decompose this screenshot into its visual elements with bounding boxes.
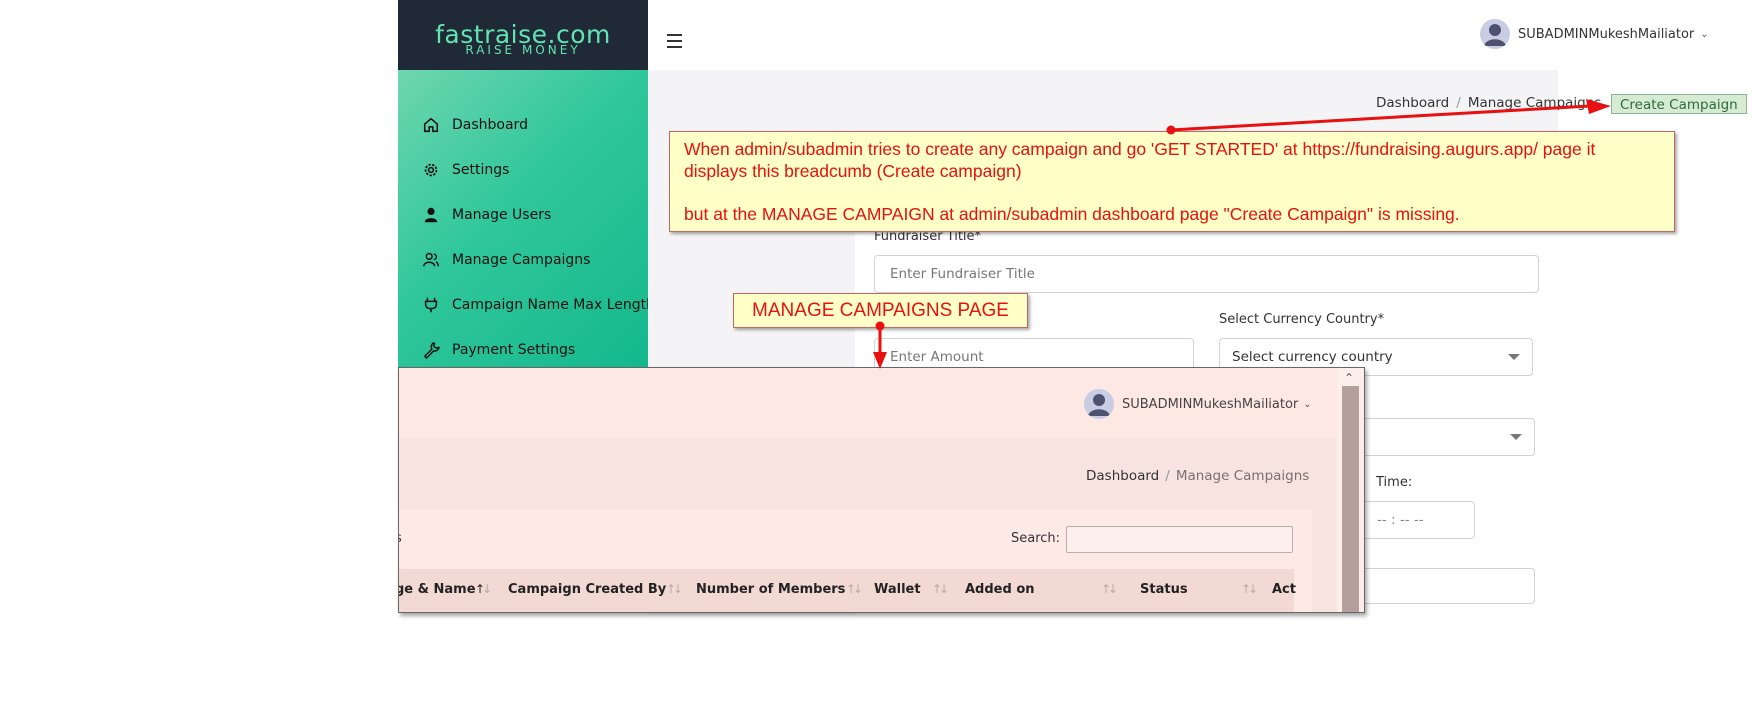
sidebar-item-settings[interactable]: Settings: [422, 158, 509, 182]
secondary-select[interactable]: [1355, 418, 1535, 456]
avatar: [1480, 19, 1510, 49]
sort-icon[interactable]: ↑↓: [1101, 582, 1118, 596]
brand-logo[interactable]: fastraise.com RAISE MONEY: [398, 0, 648, 70]
breadcrumb: Dashboard / Manage Campaigns: [1376, 95, 1602, 111]
annotation-line-1: When admin/subadmin tries to create any …: [684, 139, 1596, 181]
time-input[interactable]: -- : -- --: [1355, 501, 1475, 539]
sidebar-item-label: Payment Settings: [452, 342, 576, 358]
sort-icon[interactable]: ↑↓: [932, 582, 949, 596]
inset-breadcrumb: Dashboard / Manage Campaigns: [1086, 468, 1310, 484]
home-icon: [423, 117, 439, 133]
caret-down-icon: [1510, 434, 1522, 440]
scrollbar[interactable]: ⌃: [1337, 368, 1364, 612]
sidebar-item-manage-users[interactable]: Manage Users: [422, 203, 551, 227]
avatar: [1084, 389, 1114, 419]
user-icon: [424, 207, 438, 223]
caret-down-icon: [1508, 354, 1520, 360]
annotation-note: When admin/subadmin tries to create any …: [669, 131, 1675, 232]
search-input[interactable]: [1066, 526, 1293, 553]
avatar-icon: [1480, 19, 1510, 49]
column-header-added-on[interactable]: Added on: [965, 582, 1035, 597]
plug-icon: [424, 297, 438, 313]
hamburger-icon[interactable]: [667, 34, 682, 48]
sidebar-item-dashboard[interactable]: Dashboard: [422, 113, 528, 137]
inset-breadcrumb-dashboard[interactable]: Dashboard: [1086, 468, 1159, 484]
users-icon: [423, 252, 439, 267]
extra-input[interactable]: [1355, 568, 1535, 604]
chevron-down-icon: ⌄: [1303, 398, 1312, 410]
user-menu[interactable]: SUBADMINMukeshMailiator ⌄: [1480, 19, 1709, 49]
column-header-image-name[interactable]: ge & Name: [399, 582, 476, 597]
currency-label: Select Currency Country*: [1219, 312, 1385, 327]
scrollbar-thumb[interactable]: [1342, 386, 1359, 612]
sidebar-item-label: Manage Users: [452, 207, 552, 223]
brand-tagline: RAISE MONEY: [465, 43, 581, 57]
annotation-manage-campaigns: MANAGE CAMPAIGNS PAGE: [733, 293, 1028, 328]
username: SUBADMINMukeshMailiator: [1518, 26, 1695, 42]
inset-partial-text: s: [399, 531, 402, 546]
sort-icon[interactable]: ↑↓: [666, 582, 683, 596]
inset-user-menu[interactable]: SUBADMINMukeshMailiator ⌄: [1084, 389, 1312, 419]
sidebar-item-manage-campaigns[interactable]: Manage Campaigns: [422, 248, 590, 272]
gear-icon: [424, 163, 438, 177]
column-header-actions[interactable]: Act: [1272, 582, 1296, 597]
inset-username: SUBADMINMukeshMailiator: [1122, 396, 1299, 412]
breadcrumb-create-campaign: Create Campaign: [1611, 94, 1747, 114]
breadcrumb-manage-campaigns[interactable]: Manage Campaigns: [1468, 95, 1602, 111]
sort-icon[interactable]: ↑↓: [846, 582, 863, 596]
inset-manage-campaigns-screenshot: SUBADMINMukeshMailiator ⌄ Dashboard / Mana…: [398, 367, 1365, 613]
sort-icon[interactable]: ↑↓: [1241, 582, 1258, 596]
fundraiser-title-input[interactable]: Enter Fundraiser Title: [874, 255, 1539, 293]
column-header-status[interactable]: Status: [1140, 582, 1188, 597]
chevron-down-icon: ⌄: [1700, 28, 1709, 40]
avatar-icon: [1084, 389, 1114, 419]
inset-header: SUBADMINMukeshMailiator ⌄: [399, 368, 1337, 438]
table-header-row: ge & Name ↑↓ Campaign Created By ↑↓ Numb…: [399, 569, 1296, 612]
search-label: Search:: [1011, 531, 1061, 546]
time-input-value: -- : -- --: [1377, 512, 1424, 528]
scroll-up-icon[interactable]: ⌃: [1344, 371, 1354, 385]
sidebar-item-label: Settings: [452, 162, 510, 178]
inset-breadcrumb-current: Manage Campaigns: [1175, 468, 1310, 484]
column-header-wallet[interactable]: Wallet: [874, 582, 921, 597]
sort-icon[interactable]: ↑↓: [475, 582, 492, 596]
sidebar-item-label: Manage Campaigns: [452, 252, 591, 268]
column-header-members[interactable]: Number of Members: [696, 582, 845, 597]
sidebar: Dashboard Settings Manage Users Manage C…: [398, 70, 655, 368]
annotation-line-2: but at the MANAGE CAMPAIGN at admin/suba…: [684, 204, 1460, 224]
topbar: SUBADMINMukeshMailiator ⌄: [648, 0, 1764, 70]
sidebar-item-label: Dashboard: [452, 117, 528, 133]
currency-select-value: Select currency country: [1232, 349, 1393, 365]
time-label: Time:: [1376, 475, 1413, 490]
sidebar-item-campaign-name-max-length[interactable]: Campaign Name Max Length: [422, 293, 655, 317]
sidebar-item-payment-settings[interactable]: Payment Settings: [422, 338, 575, 362]
breadcrumb-dashboard[interactable]: Dashboard: [1376, 95, 1449, 111]
column-header-created-by[interactable]: Campaign Created By: [508, 582, 666, 597]
sidebar-item-label: Campaign Name Max Length: [452, 297, 655, 313]
wrench-icon: [423, 342, 440, 359]
